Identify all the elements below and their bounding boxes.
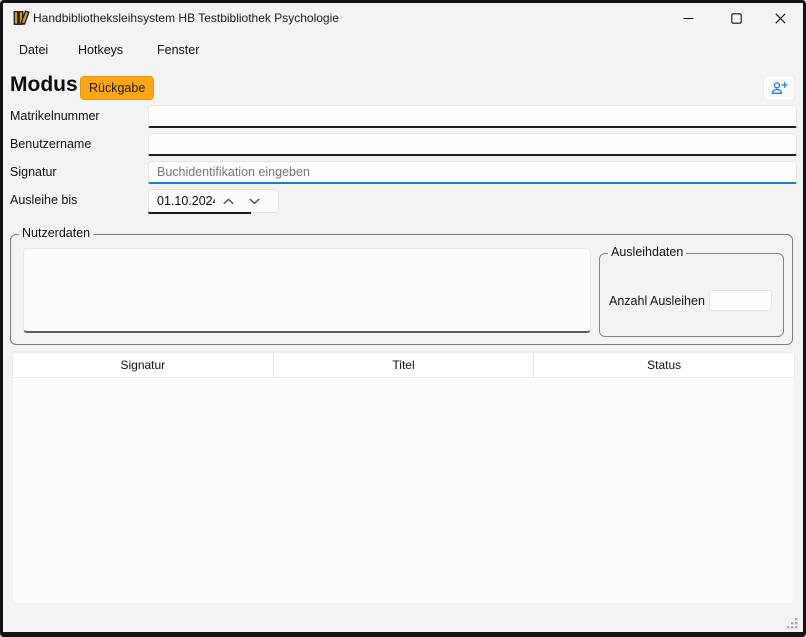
due-date-input[interactable] — [149, 194, 215, 208]
chevron-up-icon — [223, 198, 234, 205]
anzahl-ausleihen-label: Anzahl Ausleihen — [609, 294, 705, 308]
maximize-button[interactable] — [719, 3, 753, 33]
benutzername-label: Benutzername — [10, 137, 91, 151]
matrikelnummer-label: Matrikelnummer — [10, 109, 100, 123]
ausleihe-bis-label: Ausleihe bis — [10, 193, 77, 207]
menu-item-hotkeys[interactable]: Hotkeys — [78, 36, 123, 64]
add-user-button[interactable] — [763, 75, 795, 101]
table-header-row: Signatur Titel Status — [12, 352, 795, 378]
minimize-button[interactable] — [671, 3, 705, 33]
menu-item-datei[interactable]: Datei — [19, 36, 48, 64]
app-window: Handbibliotheksleihsystem HB Testbibliot… — [0, 0, 806, 637]
signatur-label: Signatur — [10, 165, 57, 179]
signatur-input[interactable] — [148, 161, 797, 184]
library-books-icon — [12, 9, 30, 27]
mode-badge[interactable]: Rückgabe — [80, 76, 154, 100]
page-title: Modus — [10, 73, 78, 97]
column-header-titel[interactable]: Titel — [274, 353, 535, 377]
window-title: Handbibliotheksleihsystem HB Testbibliot… — [33, 3, 339, 33]
column-header-signatur[interactable]: Signatur — [13, 353, 274, 377]
table-body — [12, 378, 795, 604]
person-add-icon — [770, 80, 788, 96]
chevron-down-icon — [249, 198, 260, 205]
matrikelnummer-input[interactable] — [148, 105, 797, 128]
date-increment-button[interactable] — [215, 191, 241, 211]
close-button[interactable] — [763, 3, 797, 33]
ausleihdaten-legend: Ausleihdaten — [608, 245, 686, 259]
nutzerdaten-textarea[interactable] — [23, 248, 591, 333]
menu-bar: Datei Hotkeys Fenster — [3, 36, 803, 64]
anzahl-ausleihen-input[interactable] — [709, 290, 772, 311]
benutzername-input[interactable] — [148, 133, 797, 156]
nutzerdaten-group: Nutzerdaten Ausleihdaten Anzahl Ausleihe… — [10, 234, 793, 345]
title-bar: Handbibliotheksleihsystem HB Testbibliot… — [3, 3, 803, 33]
date-field-underline — [148, 212, 251, 214]
due-date-spinner[interactable] — [148, 189, 279, 213]
resize-grip[interactable] — [786, 616, 798, 628]
date-decrement-button[interactable] — [241, 191, 267, 211]
menu-item-fenster[interactable]: Fenster — [157, 36, 199, 64]
ausleihdaten-group: Ausleihdaten Anzahl Ausleihen — [599, 253, 784, 337]
column-header-status[interactable]: Status — [534, 353, 794, 377]
nutzerdaten-legend: Nutzerdaten — [19, 226, 93, 240]
